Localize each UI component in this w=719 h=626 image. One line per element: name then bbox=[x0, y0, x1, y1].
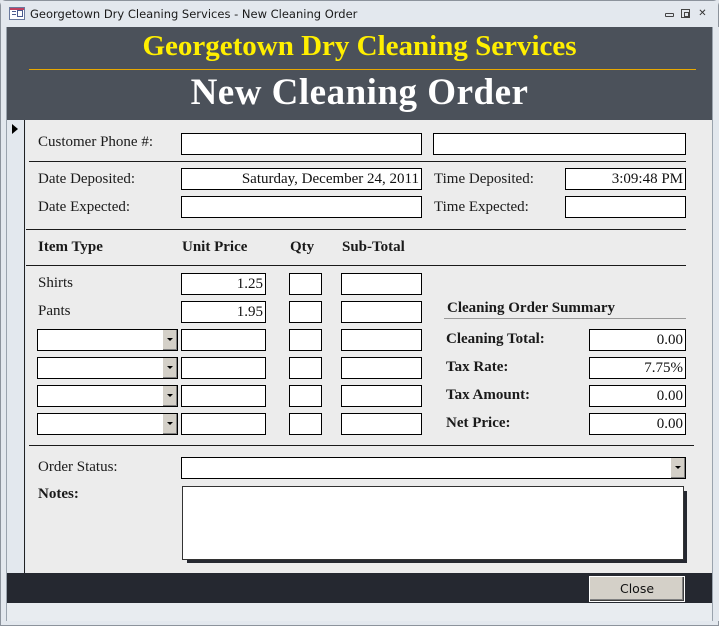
summary-divider bbox=[444, 318, 686, 319]
close-window-button[interactable]: ✕ bbox=[696, 8, 709, 19]
minimize-icon bbox=[665, 13, 674, 17]
close-icon: ✕ bbox=[698, 8, 707, 19]
item-type-combo[interactable] bbox=[37, 385, 178, 407]
date-deposited-field[interactable]: Saturday, December 24, 2011 bbox=[181, 168, 422, 190]
cleaning-total-label: Cleaning Total: bbox=[446, 331, 545, 347]
window-frame-right bbox=[712, 27, 719, 621]
form-title: New Cleaning Order bbox=[190, 72, 529, 113]
qty-field[interactable] bbox=[289, 329, 322, 351]
divider bbox=[26, 229, 686, 230]
time-expected-field[interactable] bbox=[565, 196, 686, 218]
minimize-button[interactable] bbox=[663, 8, 676, 19]
divider bbox=[29, 445, 694, 446]
qty-field[interactable] bbox=[289, 413, 322, 435]
record-selector[interactable] bbox=[7, 120, 25, 573]
unit-price-field[interactable] bbox=[181, 413, 266, 435]
notes-field[interactable] bbox=[182, 486, 684, 560]
qty-field[interactable] bbox=[289, 385, 322, 407]
item-type-combo[interactable] bbox=[37, 357, 178, 379]
qty-field[interactable] bbox=[289, 357, 322, 379]
net-price-field[interactable]: 0.00 bbox=[589, 413, 686, 435]
item-type-combo[interactable] bbox=[37, 413, 178, 435]
close-button[interactable]: Close bbox=[589, 576, 685, 602]
sub-total-field[interactable] bbox=[341, 357, 422, 379]
title-bar: Georgetown Dry Cleaning Services - New C… bbox=[1, 1, 718, 27]
customer-name-field[interactable] bbox=[433, 133, 686, 155]
item-type-combo[interactable] bbox=[37, 329, 178, 351]
form-detail: Customer Phone #: Date Deposited: Saturd… bbox=[26, 120, 712, 573]
cleaning-total-field[interactable]: 0.00 bbox=[589, 329, 686, 351]
tax-amount-field[interactable]: 0.00 bbox=[589, 385, 686, 407]
sub-total-field[interactable] bbox=[341, 273, 422, 295]
order-status-combo[interactable] bbox=[181, 457, 686, 479]
unit-price-field[interactable] bbox=[181, 385, 266, 407]
unit-price-field[interactable] bbox=[181, 357, 266, 379]
unit-price-field[interactable]: 1.25 bbox=[181, 273, 266, 295]
sub-total-field[interactable] bbox=[341, 301, 422, 323]
dropdown-arrow-icon[interactable] bbox=[162, 358, 177, 378]
dropdown-arrow-icon[interactable] bbox=[162, 414, 177, 434]
divider bbox=[26, 265, 686, 266]
header-divider bbox=[29, 69, 696, 70]
summary-title: Cleaning Order Summary bbox=[447, 300, 616, 316]
sub-total-field[interactable] bbox=[341, 329, 422, 351]
form-window: Georgetown Dry Cleaning Services - New C… bbox=[0, 0, 719, 626]
unit-price-field[interactable] bbox=[181, 329, 266, 351]
qty-field[interactable] bbox=[289, 301, 322, 323]
date-expected-field[interactable] bbox=[181, 196, 422, 218]
time-expected-label: Time Expected: bbox=[434, 199, 529, 215]
sub-total-field[interactable] bbox=[341, 413, 422, 435]
qty-field[interactable] bbox=[289, 273, 322, 295]
tax-rate-field[interactable]: 7.75% bbox=[589, 357, 686, 379]
divider bbox=[29, 161, 686, 162]
sub-total-field[interactable] bbox=[341, 385, 422, 407]
dropdown-arrow-icon[interactable] bbox=[670, 458, 685, 478]
form-footer: Close bbox=[7, 573, 712, 603]
customer-phone-label: Customer Phone #: bbox=[38, 134, 153, 150]
restore-button[interactable] bbox=[679, 8, 692, 19]
dropdown-arrow-icon[interactable] bbox=[162, 386, 177, 406]
net-price-label: Net Price: bbox=[446, 415, 511, 431]
restore-icon bbox=[681, 9, 690, 18]
window-title: Georgetown Dry Cleaning Services - New C… bbox=[30, 7, 358, 21]
unit-price-field[interactable]: 1.95 bbox=[181, 301, 266, 323]
form-header: Georgetown Dry Cleaning Services New Cle… bbox=[7, 27, 712, 120]
tax-rate-label: Tax Rate: bbox=[446, 359, 509, 375]
tax-amount-label: Tax Amount: bbox=[446, 387, 531, 403]
window-bottom-strip bbox=[7, 603, 712, 621]
customer-phone-field[interactable] bbox=[181, 133, 422, 155]
item-type-header: Item Type bbox=[38, 239, 103, 255]
time-deposited-label: Time Deposited: bbox=[434, 171, 534, 187]
order-status-label: Order Status: bbox=[38, 459, 118, 475]
sub-total-header: Sub-Total bbox=[342, 239, 405, 255]
date-expected-label: Date Expected: bbox=[38, 199, 131, 215]
dropdown-arrow-icon[interactable] bbox=[162, 330, 177, 350]
qty-header: Qty bbox=[290, 239, 315, 255]
item-type-label: Pants bbox=[38, 303, 71, 319]
time-deposited-field[interactable]: 3:09:48 PM bbox=[565, 168, 686, 190]
company-name: Georgetown Dry Cleaning Services bbox=[142, 30, 577, 62]
access-form-icon bbox=[9, 7, 25, 20]
current-record-arrow-icon bbox=[12, 124, 18, 134]
notes-label: Notes: bbox=[38, 486, 79, 502]
date-deposited-label: Date Deposited: bbox=[38, 171, 136, 187]
unit-price-header: Unit Price bbox=[182, 239, 248, 255]
item-type-label: Shirts bbox=[38, 275, 74, 291]
